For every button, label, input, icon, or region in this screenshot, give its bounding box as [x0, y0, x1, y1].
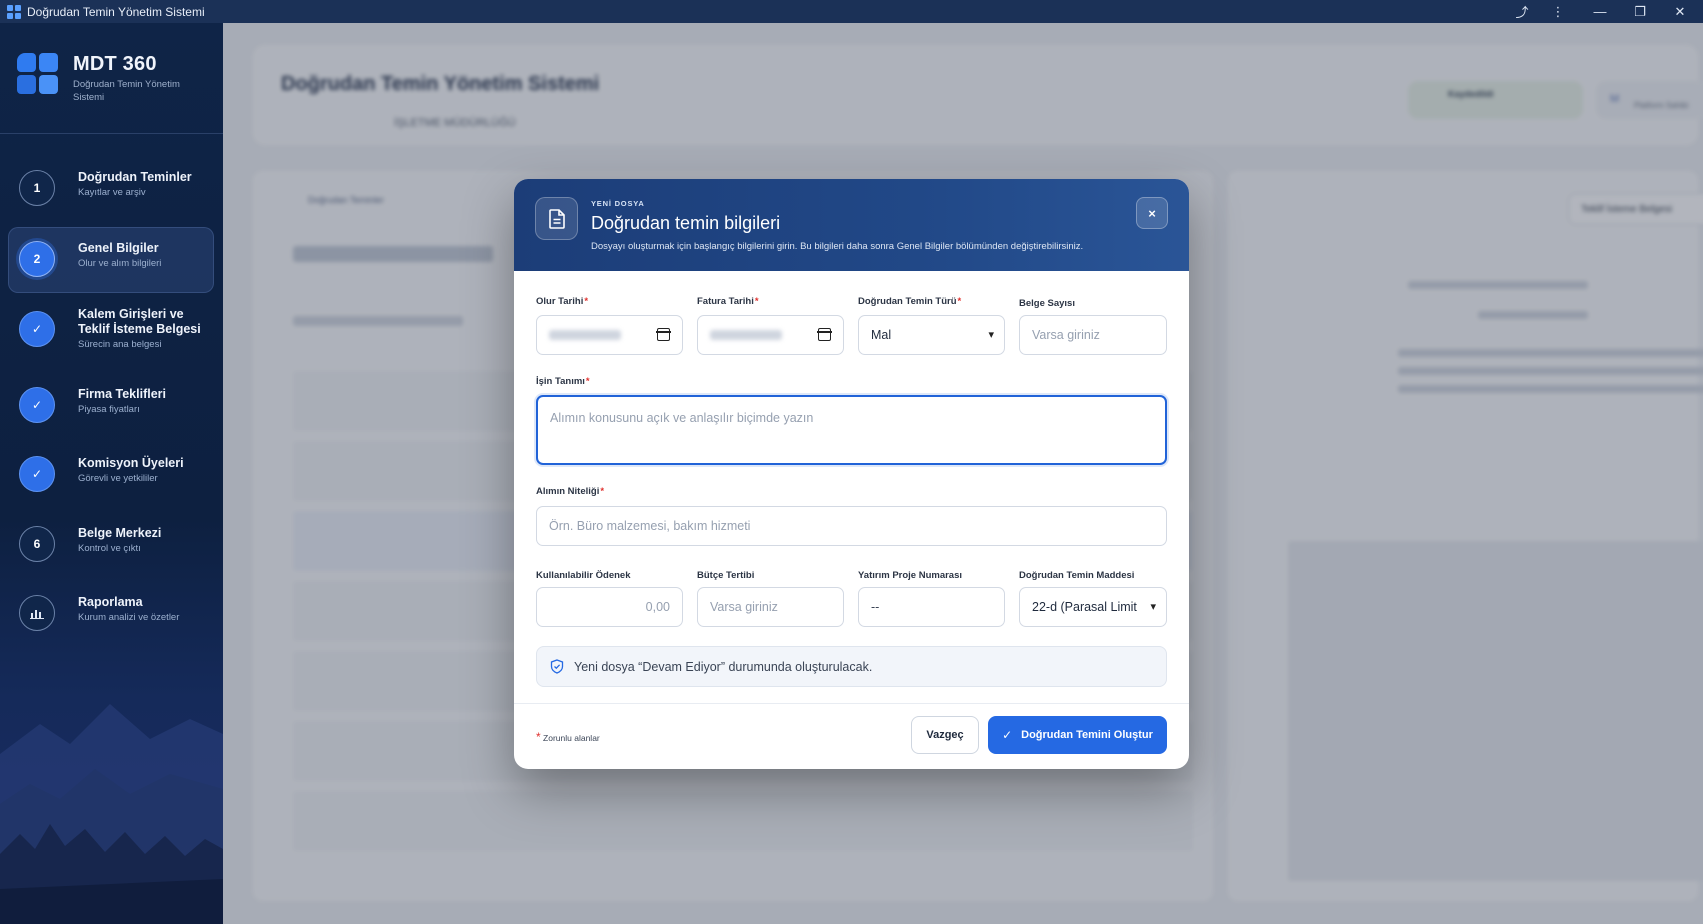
belge-sayisi-input[interactable]: Varsa giriniz [1019, 315, 1167, 355]
calendar-icon[interactable] [656, 328, 671, 341]
brand-logo [17, 53, 60, 98]
step-check-icon: ✓ [19, 311, 55, 347]
step-check-icon: ✓ [19, 456, 55, 492]
alimin-niteligi-label: Alımın Niteliği* [536, 486, 605, 497]
window-title: Doğrudan Temin Yönetim Sistemi [27, 4, 205, 19]
butce-tertibi-placeholder: Varsa giriniz [710, 600, 778, 614]
step-subtitle: Görevli ve yetkililer [78, 473, 158, 484]
temin-turu-value: Mal [871, 328, 892, 342]
chart-icon [19, 595, 55, 631]
brand-name: MDT 360 [73, 53, 157, 75]
sidebar-step-belge-merkezi[interactable]: 6 Belge Merkezi Kontrol ve çıktı [8, 512, 214, 578]
butce-tertibi-input[interactable]: Varsa giriniz [697, 587, 844, 627]
isin-tanimi-textarea[interactable]: Alımın konusunu açık ve anlaşılır biçimd… [536, 395, 1167, 465]
close-window-button[interactable]: ✕ [1660, 0, 1700, 23]
chevron-down-icon: ▾ [988, 329, 994, 341]
sidebar-divider [0, 133, 223, 134]
check-icon: ✓ [1002, 728, 1013, 742]
share-icon[interactable]: ⤴ [1502, 0, 1542, 23]
sidebar-step-komisyon-uyeleri[interactable]: ✓ Komisyon Üyeleri Görevli ve yetkililer [8, 442, 214, 508]
sidebar-step-genel-bilgiler[interactable]: 2 Genel Bilgiler Olur ve alım bilgileri [8, 227, 214, 293]
modal-eyebrow: YENİ DOSYA [591, 199, 645, 208]
step-subtitle: Kurum analizi ve özetler [78, 612, 180, 623]
alimin-niteligi-placeholder: Örn. Büro malzemesi, bakım hizmeti [549, 519, 751, 533]
cancel-button[interactable]: Vazgeç [911, 716, 979, 754]
status-notice-text: Yeni dosya “Devam Ediyor” durumunda oluş… [574, 659, 873, 674]
document-icon [535, 197, 578, 240]
brand-logo-icon [17, 53, 60, 98]
app-logo-icon [7, 4, 21, 19]
fatura-tarihi-date-input[interactable] [697, 315, 844, 355]
minimize-button[interactable]: — [1580, 0, 1620, 23]
step-title: Genel Bilgiler [78, 241, 159, 255]
step-subtitle: Kayıtlar ve arşiv [78, 187, 146, 198]
shield-check-icon [550, 659, 564, 674]
mountain-illustration [0, 704, 223, 924]
chevron-down-icon: ▾ [1150, 600, 1156, 613]
step-badge: 2 [19, 241, 55, 277]
sidebar-step-firma-teklifleri[interactable]: ✓ Firma Teklifleri Piyasa fiyatları [8, 373, 214, 439]
step-badge: 6 [19, 526, 55, 562]
sidebar: MDT 360 Doğrudan Temin Yönetim Sistemi 1… [0, 23, 223, 924]
alimin-niteligi-input[interactable]: Örn. Büro malzemesi, bakım hizmeti [536, 506, 1167, 546]
step-title: Kalem Girişleri ve Teklif İsteme Belgesi [78, 307, 201, 336]
step-subtitle: Piyasa fiyatları [78, 404, 140, 415]
kullanilabilir-odenek-label: Kullanılabilir Ödenek [536, 570, 631, 581]
create-button-label: Doğrudan Temini Oluştur [1021, 729, 1153, 741]
olur-tarihi-date-input[interactable] [536, 315, 683, 355]
maximize-button[interactable]: ❐ [1620, 0, 1660, 23]
sidebar-step-dogrudan-teminler[interactable]: 1 Doğrudan Teminler Kayıtlar ve arşiv [8, 156, 214, 222]
window-titlebar: Doğrudan Temin Yönetim Sistemi ⤴ ⋮ — ❐ ✕ [0, 0, 1703, 23]
yatirim-proje-input[interactable]: -- [858, 587, 1005, 627]
olur-tarihi-label: Olur Tarihi* [536, 296, 589, 307]
status-notice: Yeni dosya “Devam Ediyor” durumunda oluş… [536, 646, 1167, 687]
new-file-modal: YENİ DOSYA Doğrudan temin bilgileri Dosy… [514, 179, 1189, 769]
brand-subtitle: Doğrudan Temin Yönetim Sistemi [73, 79, 180, 103]
modal-description: Dosyayı oluşturmak için başlangıç bilgil… [591, 241, 1084, 252]
modal-header: YENİ DOSYA Doğrudan temin bilgileri Dosy… [514, 179, 1189, 271]
isin-tanimi-placeholder: Alımın konusunu açık ve anlaşılır biçimd… [550, 411, 814, 425]
yatirim-proje-label: Yatırım Proje Numarası [858, 570, 963, 581]
fatura-tarihi-label: Fatura Tarihi* [697, 296, 759, 307]
step-title: Belge Merkezi [78, 526, 162, 540]
more-icon[interactable]: ⋮ [1538, 0, 1578, 23]
yatirim-proje-value: -- [871, 600, 880, 614]
calendar-icon[interactable] [817, 328, 832, 341]
step-title: Firma Teklifleri [78, 387, 166, 401]
modal-title: Doğrudan temin bilgileri [591, 213, 781, 233]
sidebar-step-kalem-girisleri[interactable]: ✓ Kalem Girişleri ve Teklif İsteme Belge… [8, 293, 214, 367]
kullanilabilir-odenek-value: 0,00 [645, 600, 670, 614]
step-check-icon: ✓ [19, 387, 55, 423]
footer-divider [514, 703, 1189, 704]
sidebar-step-raporlama[interactable]: Raporlama Kurum analizi ve özetler [8, 581, 214, 647]
step-subtitle: Sürecin ana belgesi [78, 339, 162, 350]
belge-sayisi-placeholder: Varsa giriniz [1032, 328, 1100, 342]
step-title: Raporlama [78, 595, 143, 609]
step-title: Doğrudan Teminler [78, 170, 192, 184]
step-badge: 1 [19, 170, 55, 206]
temin-maddesi-label: Doğrudan Temin Maddesi [1019, 570, 1135, 581]
butce-tertibi-label: Bütçe Tertibi [697, 570, 755, 581]
step-subtitle: Kontrol ve çıktı [78, 543, 141, 554]
modal-close-button[interactable]: × [1136, 197, 1168, 229]
temin-turu-select[interactable]: Mal ▾ [858, 315, 1005, 355]
temin-turu-label: Doğrudan Temin Türü* [858, 296, 962, 307]
required-note: * Zorunlu alanlar [536, 730, 600, 744]
isin-tanimi-label: İşin Tanımı* [536, 376, 590, 387]
step-title: Komisyon Üyeleri [78, 456, 184, 470]
kullanilabilir-odenek-input[interactable]: 0,00 [536, 587, 683, 627]
create-button[interactable]: ✓ Doğrudan Temini Oluştur [988, 716, 1167, 754]
temin-maddesi-select[interactable]: 22-d (Parasal Limit ▾ [1019, 587, 1167, 627]
step-subtitle: Olur ve alım bilgileri [78, 258, 162, 269]
belge-sayisi-label: Belge Sayısı [1019, 298, 1075, 309]
temin-maddesi-value: 22-d (Parasal Limit [1032, 600, 1137, 614]
